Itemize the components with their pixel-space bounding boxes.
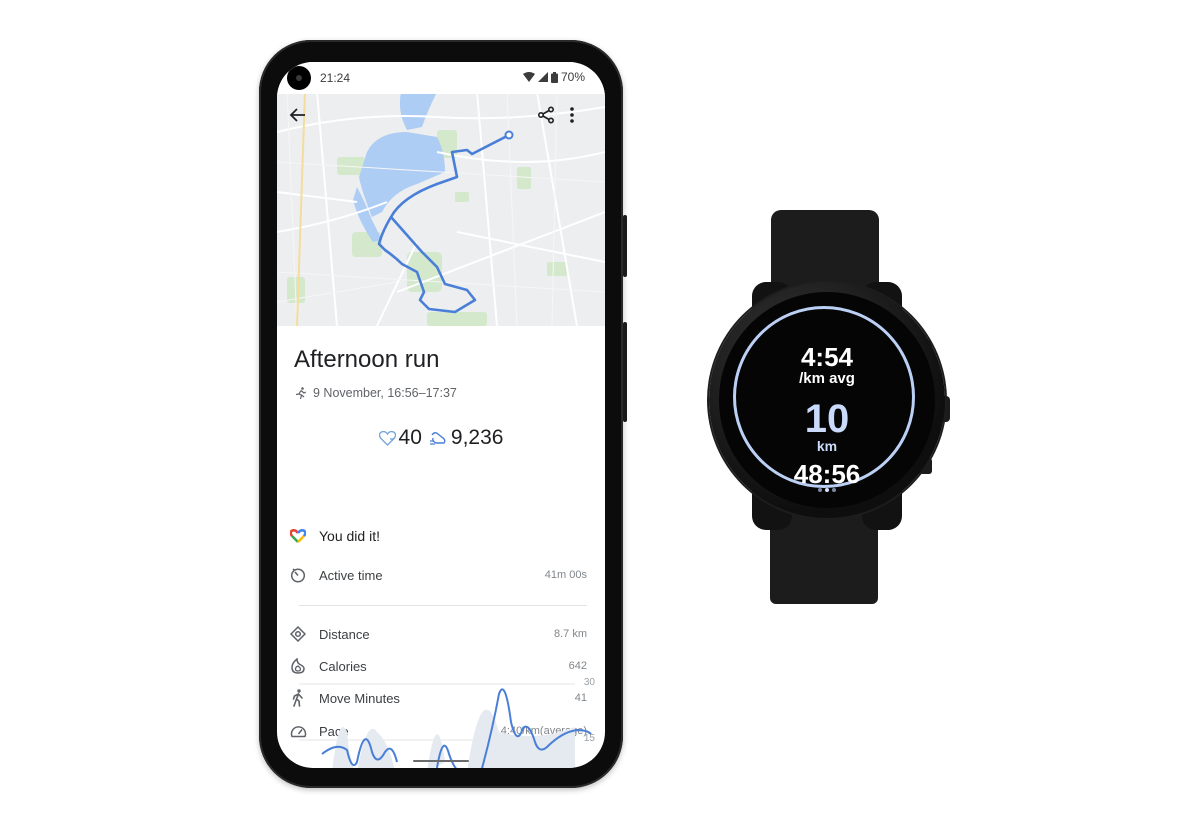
page-dot-active <box>825 488 829 492</box>
heart-points-value: 40 <box>398 426 422 449</box>
timer-icon <box>289 566 307 584</box>
wifi-icon <box>522 72 535 82</box>
page-dot <box>818 488 822 492</box>
more-options-button[interactable] <box>569 106 593 130</box>
steps: 9,236 <box>429 426 504 450</box>
steps-value: 9,236 <box>450 426 504 449</box>
stat-value: 8.7 km <box>553 628 587 640</box>
status-bar: 21:24 70% <box>277 62 605 94</box>
watch-pace-unit: /km avg <box>799 370 855 387</box>
steps-icon <box>429 431 446 445</box>
stats-divider <box>299 605 587 606</box>
stat-value: 642 <box>568 660 587 672</box>
heart-points: 40 <box>378 426 422 450</box>
pace-chart-svg <box>299 683 592 768</box>
watch-display[interactable]: 4:54 /km avg 10 km 48:56 <box>719 292 935 508</box>
phone-screen: 21:24 70% Afternoon run 9 November, 16:5… <box>277 62 605 768</box>
stat-label: Distance <box>319 626 370 642</box>
stat-value: 41m 00s <box>544 569 587 581</box>
ytick-30: 30 <box>583 677 595 688</box>
signal-icon <box>537 72 548 82</box>
battery-percent: 70% <box>560 70 585 84</box>
more-vert-icon <box>570 107 574 123</box>
goal-message-row: You did it! <box>289 524 587 548</box>
status-time: 21:24 <box>320 71 351 85</box>
distance-icon <box>289 625 307 643</box>
watch-duration: 48:56 <box>793 459 861 489</box>
battery-icon <box>550 71 558 83</box>
volume-button <box>623 215 627 277</box>
page-dot <box>832 488 836 492</box>
pace-chart: 30 15 <box>277 672 605 768</box>
stat-row-active-time[interactable]: Active time 41m 00s <box>289 563 587 587</box>
activity-date: 9 November, 16:56–17:37 <box>313 386 457 400</box>
watch-page-indicator <box>719 488 935 492</box>
google-fit-heart-icon <box>289 527 307 545</box>
activity-subtitle: 9 November, 16:56–17:37 <box>296 386 457 400</box>
activity-summary: 40 9,236 <box>277 426 605 450</box>
home-indicator[interactable] <box>413 760 469 762</box>
status-icons: 70% <box>522 70 585 84</box>
arrow-left-icon <box>289 108 305 122</box>
watch-pace: 4:54 <box>800 342 854 372</box>
running-icon <box>296 387 306 399</box>
route-start-marker <box>504 130 514 140</box>
share-icon <box>537 106 555 124</box>
watch-case: 4:54 /km avg 10 km 48:56 <box>709 282 945 518</box>
back-button[interactable] <box>289 106 313 130</box>
stat-row-distance[interactable]: Distance 8.7 km <box>289 622 587 646</box>
stat-label: Active time <box>319 567 383 583</box>
heart-points-icon <box>378 430 396 446</box>
watch-distance: 10 <box>804 397 850 441</box>
phone: 21:24 70% Afternoon run 9 November, 16:5… <box>259 40 627 788</box>
route-map[interactable] <box>277 92 605 326</box>
activity-title: Afternoon run <box>294 346 440 373</box>
ytick-15: 15 <box>583 733 595 744</box>
share-button[interactable] <box>537 106 561 130</box>
watch-distance-unit: km <box>816 438 838 454</box>
front-camera <box>287 66 311 90</box>
goal-message: You did it! <box>319 528 380 544</box>
power-button <box>623 322 627 422</box>
